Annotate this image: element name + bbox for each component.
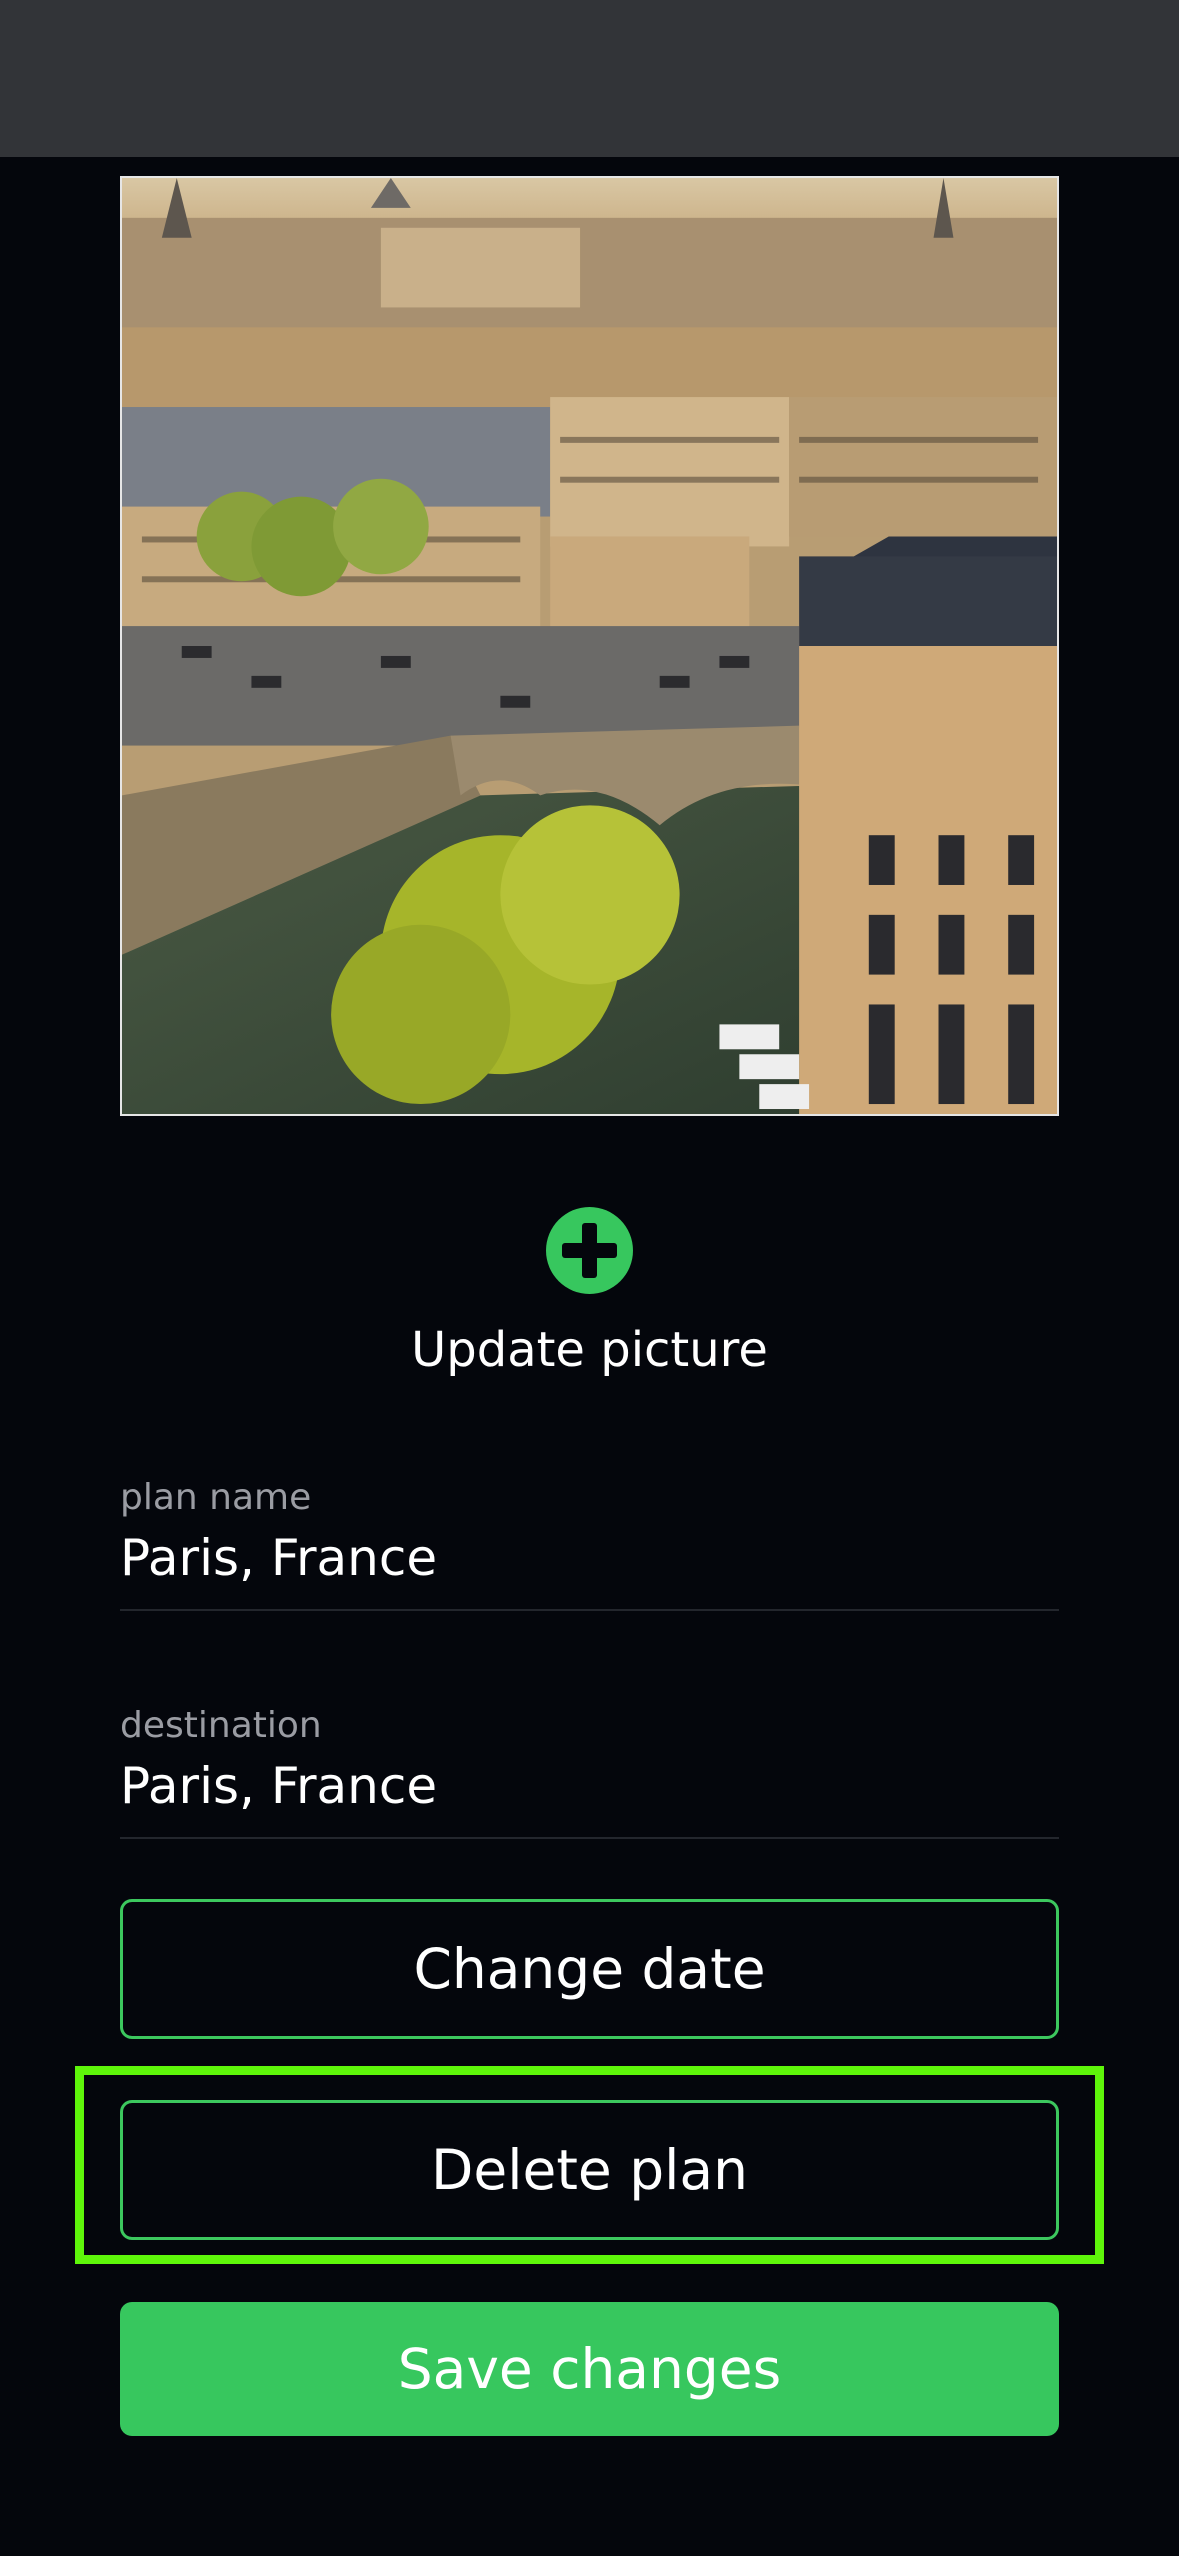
update-picture-link[interactable]: Update picture [0,1318,1179,1382]
destination-value[interactable]: Paris, France [120,1754,1059,1818]
delete-plan-button[interactable]: Delete plan [120,2100,1059,2240]
paris-cityscape-image [122,178,1057,1114]
save-changes-button[interactable]: Save changes [120,2302,1059,2436]
plan-name-label: plan name [120,1477,312,1518]
top-bar [0,0,1179,157]
plus-circle-icon[interactable] [546,1207,633,1294]
plan-name-value[interactable]: Paris, France [120,1526,1059,1590]
change-date-button[interactable]: Change date [120,1899,1059,2039]
destination-field[interactable]: destination Paris, France [120,1704,1059,1839]
plan-name-field[interactable]: plan name Paris, France [120,1476,1059,1611]
plan-photo [120,176,1059,1116]
destination-label: destination [120,1705,322,1746]
